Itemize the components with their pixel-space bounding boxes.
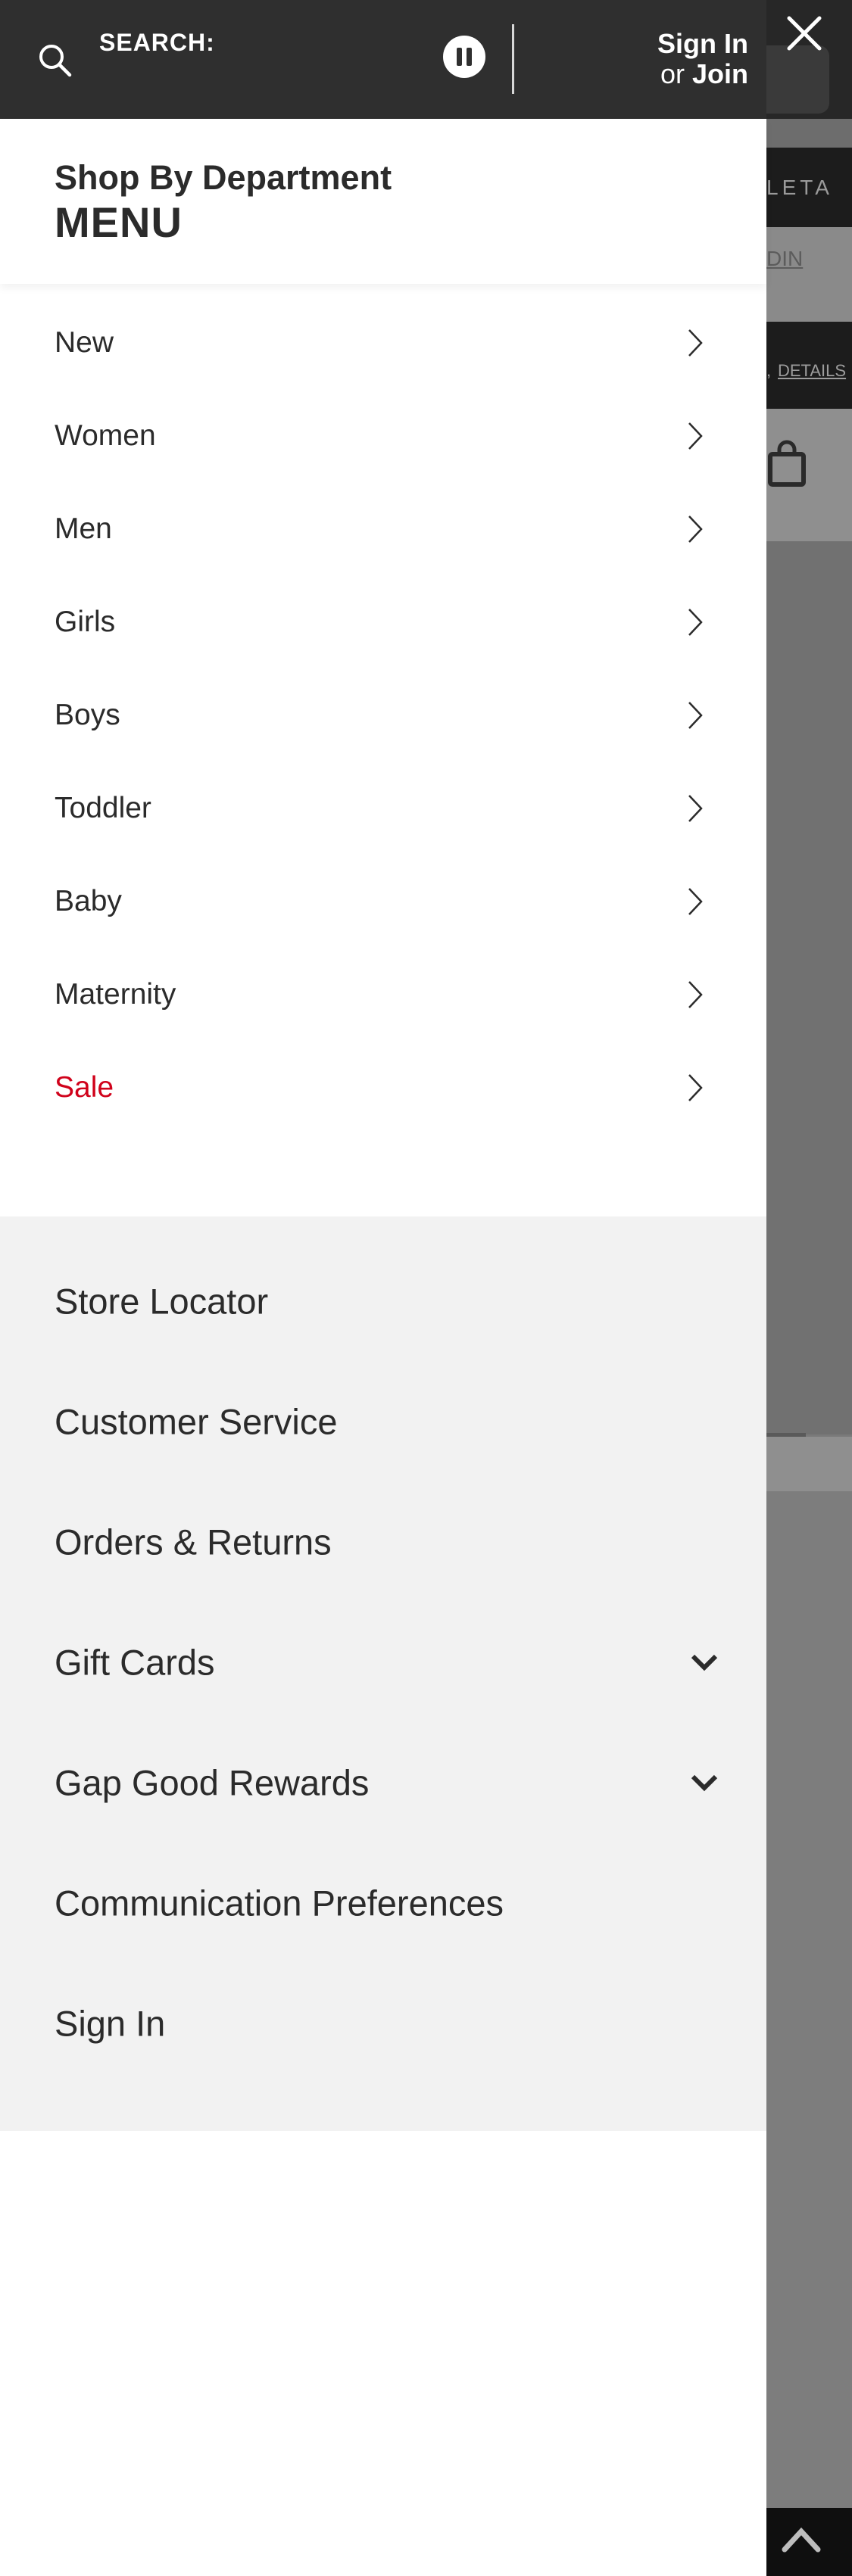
bg-details-link: DETAILS [778, 361, 847, 380]
bg-strip [766, 119, 852, 148]
chevron-right-icon [688, 702, 703, 729]
department-item-label: Men [55, 512, 112, 545]
account-links: Sign In or Join [657, 29, 748, 89]
utility-item-label: Customer Service [55, 1401, 338, 1441]
drawer-header: SEARCH: Sign In or Join [0, 0, 766, 119]
pause-button[interactable] [443, 36, 485, 78]
search-label[interactable]: SEARCH: [99, 29, 215, 57]
or-text: or [660, 58, 685, 89]
gap-good-rewards-toggle[interactable]: Gap Good Rewards [0, 1722, 766, 1842]
department-item-men[interactable]: Men [0, 482, 766, 575]
utility-item-label: Store Locator [55, 1281, 269, 1321]
chevron-right-icon [688, 422, 703, 450]
department-item-baby[interactable]: Baby [0, 855, 766, 948]
pause-icon [467, 48, 472, 66]
department-list: New Women Men Girls Boys Toddler Baby Ma… [0, 296, 766, 1134]
chevron-up-icon [782, 2527, 821, 2553]
shopping-bag-icon [768, 440, 806, 487]
department-item-label: Baby [55, 884, 122, 917]
chevron-right-icon [688, 1074, 703, 1101]
department-item-label: Women [55, 419, 156, 452]
department-item-girls[interactable]: Girls [0, 575, 766, 668]
store-locator-link[interactable]: Store Locator [0, 1241, 766, 1361]
bg-join-strip [766, 227, 852, 322]
bg-content-lower [766, 1491, 852, 2508]
bg-promo-comma: , [766, 361, 772, 380]
orders-returns-link[interactable]: Orders & Returns [0, 1481, 766, 1602]
utility-menu: Store Locator Customer Service Orders & … [0, 1216, 766, 2131]
gift-cards-toggle[interactable]: Gift Cards [0, 1602, 766, 1722]
department-item-toddler[interactable]: Toddler [0, 762, 766, 855]
department-item-women[interactable]: Women [0, 389, 766, 482]
sign-in-link[interactable]: Sign In [657, 29, 748, 59]
bg-content [766, 541, 852, 1434]
department-item-label: Toddler [55, 791, 151, 824]
bg-brand-text: LETA [766, 176, 833, 199]
utility-item-label: Gap Good Rewards [55, 1762, 370, 1802]
department-item-label: New [55, 326, 114, 359]
navigation-drawer: SEARCH: Sign In or Join Shop By Departme… [0, 0, 766, 2576]
department-item-boys[interactable]: Boys [0, 668, 766, 762]
utility-item-label: Sign In [55, 2003, 166, 2043]
sign-in-menu-link[interactable]: Sign In [0, 1963, 766, 2083]
chevron-right-icon [688, 516, 703, 543]
bg-search-field [766, 45, 829, 114]
department-heading: Shop By Department MENU [0, 119, 766, 284]
department-item-new[interactable]: New [0, 296, 766, 389]
department-item-sale[interactable]: Sale [0, 1041, 766, 1134]
header-divider [512, 24, 514, 94]
pause-icon [457, 48, 462, 66]
chevron-right-icon [688, 329, 703, 357]
communication-preferences-link[interactable]: Communication Preferences [0, 1842, 766, 1963]
bg-join-link: DIN [766, 247, 804, 270]
or-join-line: or Join [657, 59, 748, 89]
chevron-right-icon [688, 609, 703, 636]
chevron-right-icon [688, 888, 703, 915]
chevron-down-icon [691, 1774, 718, 1791]
close-icon[interactable] [783, 12, 825, 55]
chevron-down-icon [691, 1654, 718, 1671]
search-icon[interactable] [36, 42, 73, 78]
customer-service-link[interactable]: Customer Service [0, 1361, 766, 1481]
department-item-label: Girls [55, 605, 116, 638]
utility-item-label: Orders & Returns [55, 1522, 332, 1562]
department-subtitle: Shop By Department [55, 158, 392, 197]
department-item-maternity[interactable]: Maternity [0, 948, 766, 1041]
bg-strip [766, 1437, 852, 1491]
department-item-label: Maternity [55, 977, 176, 1011]
utility-item-label: Communication Preferences [55, 1883, 504, 1923]
department-item-label: Sale [55, 1070, 114, 1104]
menu-title: MENU [55, 198, 183, 246]
chevron-right-icon [688, 981, 703, 1008]
chevron-right-icon [688, 795, 703, 822]
utility-item-label: Gift Cards [55, 1642, 215, 1682]
join-link[interactable]: Join [692, 58, 748, 89]
department-item-label: Boys [55, 698, 120, 731]
